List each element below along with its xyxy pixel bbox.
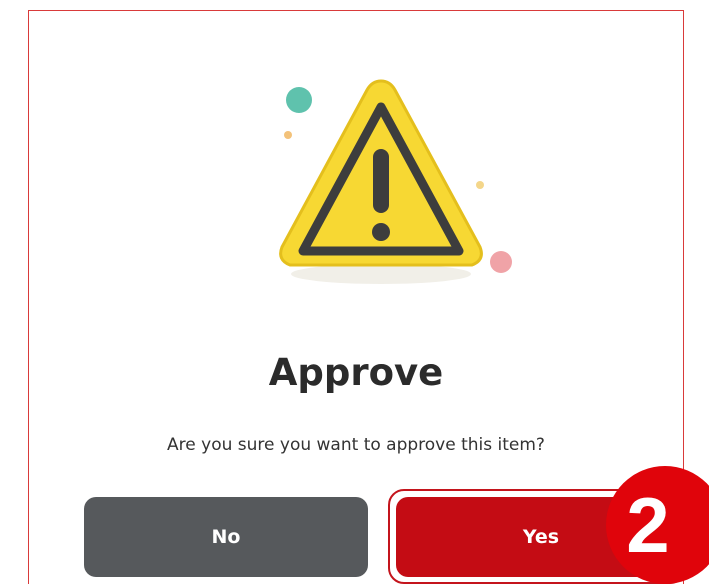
decor-dot-teal [286,87,312,113]
decor-dot-pink [490,251,512,273]
dialog-message: Are you sure you want to approve this it… [167,435,545,455]
warning-icon [279,79,512,284]
decor-dot-small-orange [284,131,292,139]
confirm-dialog: Approve Are you sure you want to approve… [28,10,686,584]
decor-dot-small-yellow [476,181,484,189]
exclamation-bar [373,149,389,213]
exclamation-dot [372,223,390,241]
warning-illustration [269,71,529,291]
triangle-shadow [291,264,471,284]
no-button[interactable]: No [84,497,368,577]
dialog-title: Approve [268,351,444,394]
